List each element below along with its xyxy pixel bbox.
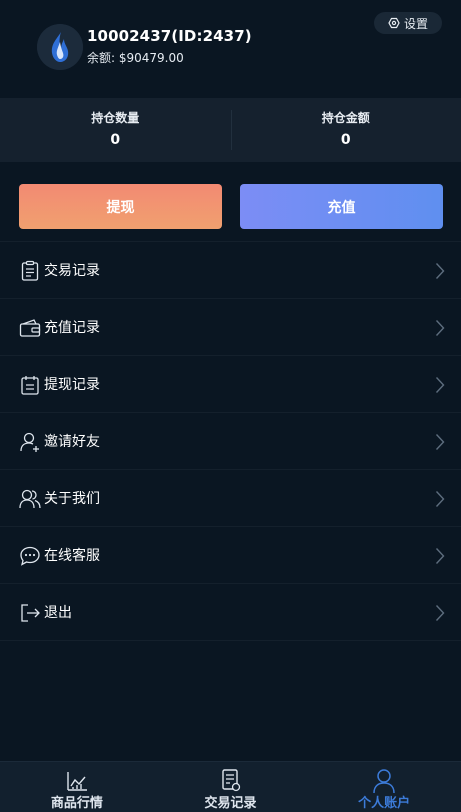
chevron-right-icon (435, 491, 445, 507)
stat-position-amount: 持仓金额 0 (230, 98, 461, 162)
menu-item-trade-records[interactable]: 交易记录 (0, 242, 461, 299)
chevron-right-icon (435, 263, 445, 279)
settings-icon (388, 17, 400, 29)
menu-item-invite-friends[interactable]: 邀请好友 (0, 413, 461, 470)
menu-label: 在线客服 (44, 548, 100, 564)
person-icon (373, 769, 395, 794)
menu-item-logout[interactable]: 退出 (0, 584, 461, 641)
stat-position-count: 持仓数量 0 (0, 98, 231, 162)
balance-label: 余额: (87, 51, 116, 65)
withdraw-button[interactable]: 提现 (19, 184, 222, 229)
menu-label: 邀请好友 (44, 434, 100, 450)
calendar-icon (21, 376, 39, 395)
users-icon (19, 489, 41, 509)
chat-icon (20, 546, 40, 566)
balance: 余额: $90479.00 (87, 49, 184, 66)
user-name: 10002437(ID:2437) (87, 27, 252, 45)
tab-market[interactable]: 商品行情 (0, 762, 154, 812)
tab-label: 个人账户 (358, 796, 411, 811)
recharge-button[interactable]: 充值 (240, 184, 443, 229)
tab-trade-records[interactable]: 交易记录 (154, 762, 308, 812)
tab-label: 交易记录 (204, 796, 257, 811)
stat-label: 持仓数量 (91, 111, 140, 125)
chevron-right-icon (435, 434, 445, 450)
menu-label: 关于我们 (44, 491, 100, 507)
receipt-icon (221, 769, 240, 792)
chevron-right-icon (435, 320, 445, 336)
flame-logo-icon (37, 24, 83, 70)
tab-personal-account[interactable]: 个人账户 (307, 762, 461, 812)
bottom-tab-bar: 商品行情 交易记录 个人账户 (0, 761, 461, 812)
avatar (37, 24, 83, 70)
clipboard-icon (21, 260, 39, 281)
menu-item-recharge-records[interactable]: 充值记录 (0, 299, 461, 356)
stat-value: 0 (340, 132, 351, 148)
stat-value: 0 (110, 132, 121, 148)
profile-header: 10002437(ID:2437) 余额: $90479.00 设置 (0, 0, 461, 96)
tab-label: 商品行情 (50, 796, 103, 811)
account-menu: 交易记录 充值记录 提现记录 邀请好友 关于我们 在线客服 退出 (0, 241, 461, 641)
menu-item-withdraw-records[interactable]: 提现记录 (0, 356, 461, 413)
chevron-right-icon (435, 548, 445, 564)
position-stats: 持仓数量 0 持仓金额 0 (0, 98, 461, 162)
user-add-icon (20, 432, 39, 452)
logout-icon (21, 604, 40, 622)
menu-label: 退出 (44, 605, 72, 621)
chart-icon (67, 772, 87, 791)
menu-label: 提现记录 (44, 377, 100, 393)
account-page: 10002437(ID:2437) 余额: $90479.00 设置 持仓数量 … (0, 0, 461, 812)
menu-item-about-us[interactable]: 关于我们 (0, 470, 461, 527)
balance-value: $90479.00 (118, 51, 184, 65)
menu-item-online-service[interactable]: 在线客服 (0, 527, 461, 584)
chevron-right-icon (435, 605, 445, 621)
menu-label: 充值记录 (44, 320, 100, 336)
wallet-icon (19, 319, 41, 337)
stat-label: 持仓金额 (321, 111, 370, 125)
settings-button[interactable]: 设置 (374, 12, 442, 34)
chevron-right-icon (435, 377, 445, 393)
menu-label: 交易记录 (44, 263, 100, 279)
settings-label: 设置 (403, 16, 428, 31)
